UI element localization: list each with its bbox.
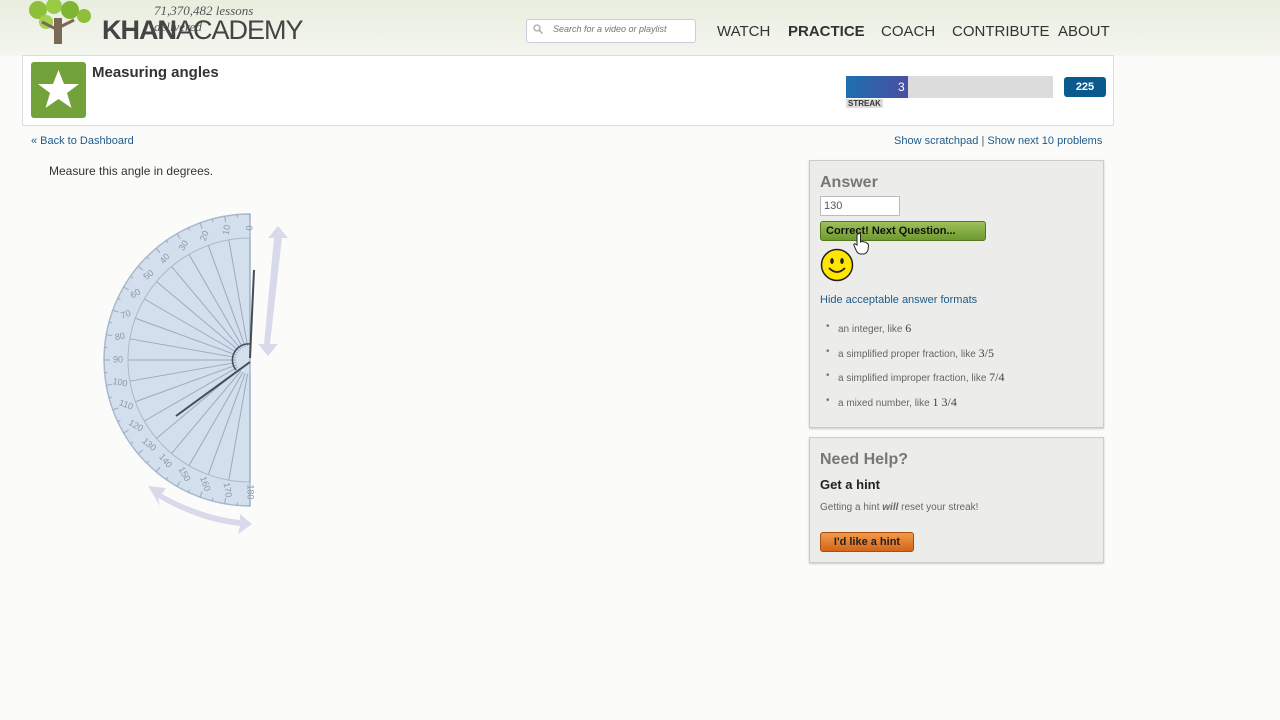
show-next-problems-link[interactable]: Show next 10 problems [987,135,1102,147]
khan-academy-logo[interactable]: 71,370,482 lessons delivered KHANACADEMY [26,0,304,50]
list-item: a simplified proper fraction, like 3/5 [826,345,1005,371]
nav-coach[interactable]: COACH [881,23,935,40]
nav-contribute[interactable]: CONTRIBUTE [952,23,1050,40]
points-badge: 225 [1064,77,1106,97]
list-item: an integer, like 6 [826,321,1005,346]
link-separator: | [981,135,985,147]
format-text: a simplified proper fraction, like [838,348,976,360]
help-heading: Need Help? [820,451,909,468]
exercise-badge [31,62,86,118]
back-to-dashboard-link[interactable]: « Back to Dashboard [31,135,134,147]
list-item: a mixed number, like 1 3/4 [826,394,1005,420]
hint-warning: Getting a hint will reset your streak! [820,502,978,513]
list-item: a simplified improper fraction, like 7/4 [826,370,1005,395]
protractor[interactable]: 0102030405060708090100110120130140150160… [100,210,300,540]
hint-subheading: Get a hint [820,477,880,492]
protractor-label: 0 [244,225,254,230]
format-text: an integer, like [838,324,903,335]
smiley-icon [820,248,854,282]
search-box[interactable] [526,19,696,43]
format-example: 1 3/4 [932,394,957,409]
streak-bar: 3 [846,76,1053,98]
hand-cursor-icon [853,233,869,255]
logo-text: KHANACADEMY [102,15,304,46]
logo-academy: ACADEMY [176,15,304,45]
nav-practice[interactable]: PRACTICE [788,23,865,40]
streak-count: 3 [898,80,905,94]
format-example: 3/5 [978,345,994,360]
problem-links: Show scratchpad | Show next 10 problems [894,135,1102,147]
hint-button[interactable]: I'd like a hint [820,532,914,552]
format-example: 7/4 [989,370,1005,384]
exercise-title: Measuring angles [92,64,219,81]
format-text: a mixed number, like [838,397,930,409]
search-icon [533,24,543,34]
hint-warning-post: reset your streak! [898,502,979,513]
tree-logo-icon [29,0,91,44]
exercise-header: Measuring angles 3 STREAK 225 [22,55,1114,126]
protractor-label: 90 [113,354,123,364]
protractor-label: 80 [114,331,126,343]
streak-label: STREAK [846,99,883,108]
logo-khan: KHAN [102,15,177,45]
nav-about[interactable]: ABOUT [1058,23,1110,40]
show-scratchpad-link[interactable]: Show scratchpad [894,135,978,147]
help-panel: Need Help? Get a hint Getting a hint wil… [809,437,1104,563]
hint-warning-emphasis: will [882,502,899,513]
question-text: Measure this angle in degrees. [49,164,214,178]
answer-formats-list: an integer, like 6 a simplified proper f… [826,321,1005,420]
search-input[interactable] [551,23,695,35]
nav-watch[interactable]: WATCH [717,23,770,40]
star-badge-icon [38,70,79,108]
format-example: 6 [905,321,912,335]
next-question-button[interactable]: Correct! Next Question... [820,221,986,241]
answer-heading: Answer [820,174,878,191]
answer-input[interactable] [820,196,900,216]
hint-warning-pre: Getting a hint [820,502,883,513]
rotate-arrow-right[interactable] [258,226,288,356]
hide-answer-formats-link[interactable]: Hide acceptable answer formats [820,294,977,306]
answer-panel: Answer Correct! Next Question... Hide ac… [809,160,1104,428]
format-text: a simplified improper fraction, like [838,373,987,384]
protractor-label: 180 [246,484,256,499]
protractor-label: 10 [221,224,233,236]
